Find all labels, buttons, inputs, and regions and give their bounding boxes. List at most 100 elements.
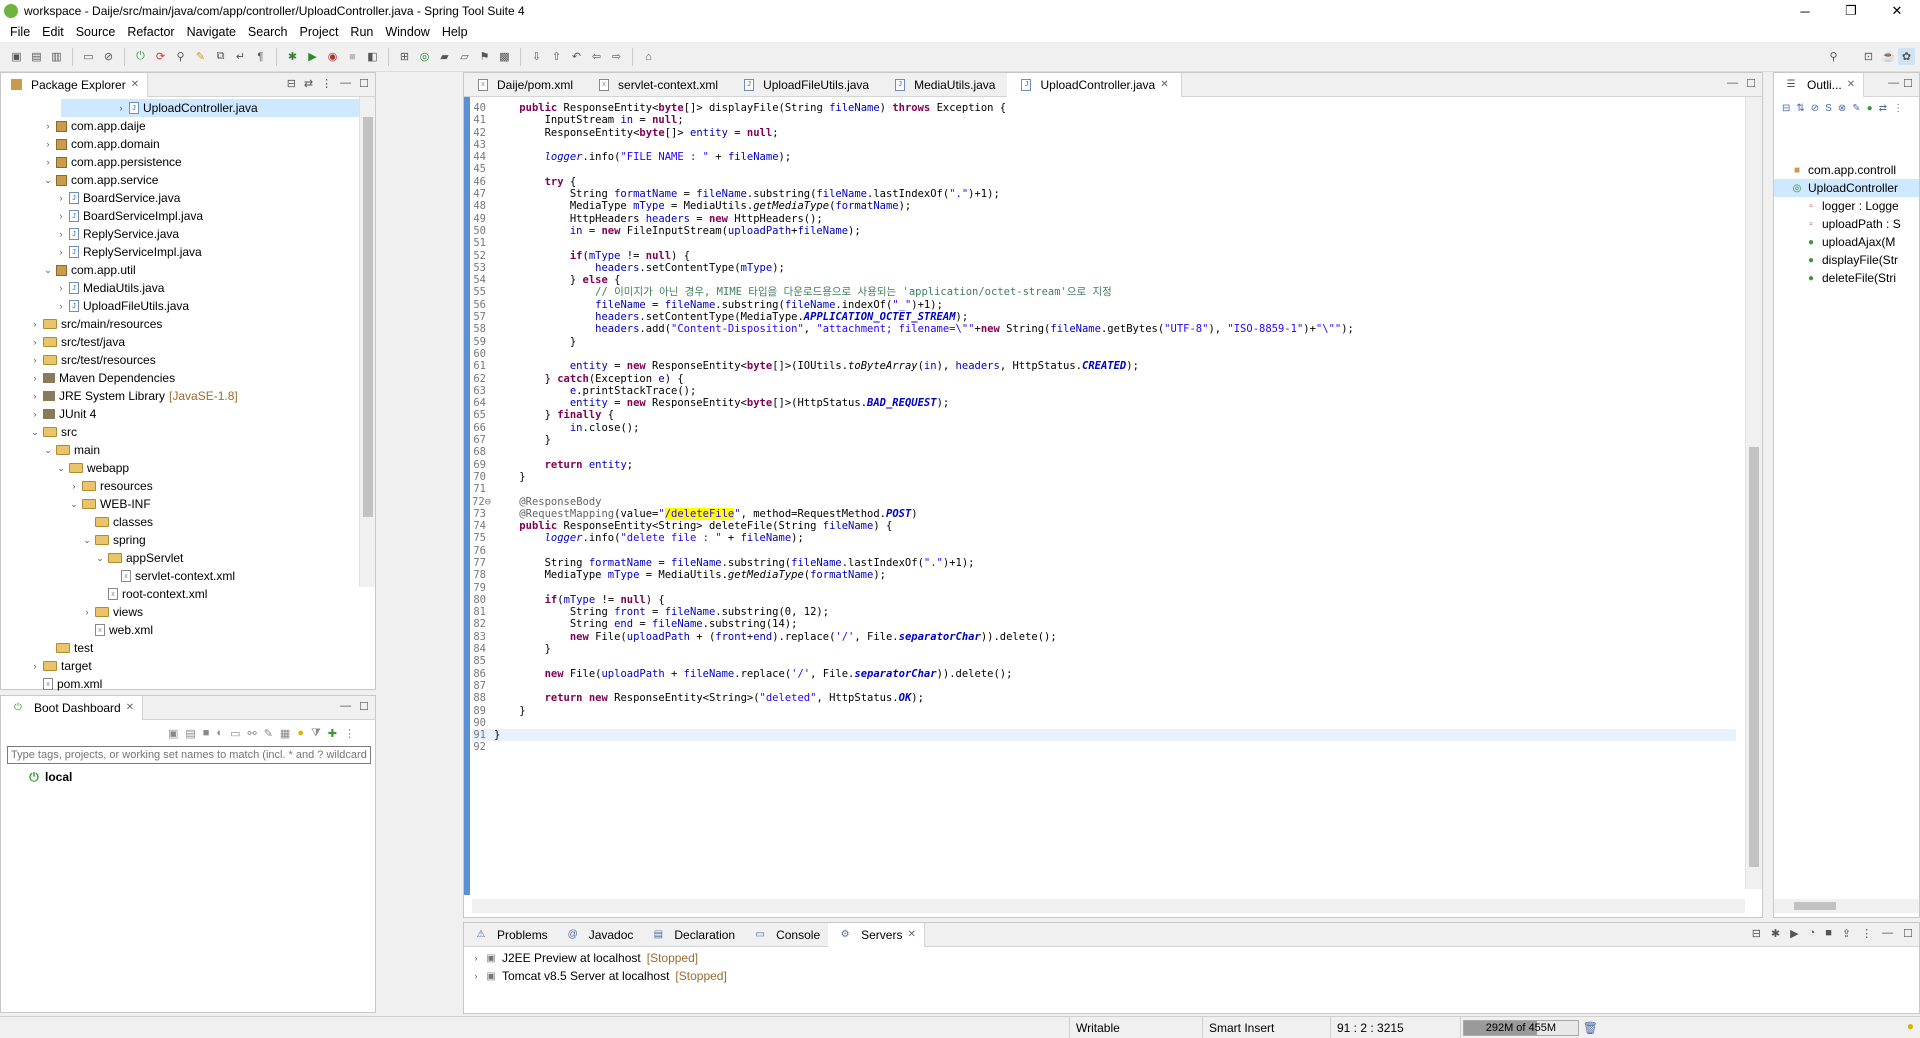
close-icon[interactable]: ✕ — [1160, 79, 1168, 90]
expand-twisty-icon[interactable]: ⌄ — [42, 265, 54, 276]
open-folder-icon[interactable]: ▰ — [436, 48, 453, 65]
expand-twisty-icon[interactable]: › — [470, 971, 482, 981]
close-button[interactable]: ✕ — [1874, 0, 1920, 22]
code-line[interactable]: 64 entity = new ResponseEntity<byte[]>(H… — [472, 397, 1736, 409]
editor-horizontal-scrollbar[interactable] — [472, 899, 1745, 913]
link-editor-icon[interactable]: ⇄ — [1879, 103, 1887, 137]
code-line[interactable]: 54 } else { — [472, 274, 1736, 286]
maximize-view-icon[interactable]: ☐ — [1903, 927, 1913, 940]
debug-server-icon[interactable]: ✱ — [1771, 927, 1780, 940]
edit-icon[interactable]: ✎ — [264, 727, 273, 740]
outline-item[interactable]: ▫ logger : Logge — [1774, 197, 1919, 215]
tree-item[interactable]: › JRE System Library [JavaSE-1.8] — [1, 387, 375, 405]
coverage-icon[interactable]: ◧ — [364, 48, 381, 65]
expand-twisty-icon[interactable]: ⌄ — [42, 445, 54, 456]
open-file-icon[interactable]: ▱ — [456, 48, 473, 65]
start-server-icon[interactable]: ▶ — [1790, 927, 1798, 940]
word-wrap-icon[interactable]: ↵ — [232, 48, 249, 65]
spring-perspective-icon[interactable]: ✿ — [1898, 48, 1915, 65]
tree-item[interactable]: ⌄ WEB-INF — [1, 495, 375, 513]
scrollbar-thumb[interactable] — [363, 117, 373, 517]
code-line[interactable]: 88 return new ResponseEntity<String>("de… — [472, 692, 1736, 704]
scrollbar-thumb[interactable] — [1749, 447, 1759, 867]
code-line[interactable]: 61 entity = new ResponseEntity<byte[]>(I… — [472, 360, 1736, 372]
outline-item[interactable]: ■ com.app.controll — [1774, 161, 1919, 179]
tree-item[interactable]: test — [1, 639, 375, 657]
outline-item[interactable]: ● uploadAjax(M — [1774, 233, 1919, 251]
code-line[interactable]: 89 } — [472, 705, 1736, 717]
tree-item[interactable]: › J MediaUtils.java — [1, 279, 375, 297]
outline-horizontal-scrollbar[interactable] — [1774, 899, 1919, 913]
minimize-view-icon[interactable]: — — [1882, 927, 1893, 940]
tree-item[interactable]: ⌄ webapp — [1, 459, 375, 477]
pin-editor-icon[interactable]: ⌂ — [640, 48, 657, 65]
menu-source[interactable]: Source — [70, 25, 122, 39]
next-annotation-icon[interactable]: ⇩ — [528, 48, 545, 65]
minimize-view-icon[interactable]: — — [1727, 77, 1738, 90]
code-line[interactable]: 66 in.close(); — [472, 422, 1736, 434]
expand-twisty-icon[interactable]: › — [55, 193, 67, 203]
code-line[interactable]: 73 @RequestMapping(value="/deleteFile", … — [472, 507, 1736, 520]
stop-server-icon[interactable]: ■ — [1825, 927, 1832, 940]
view-menu-icon[interactable]: ⋮ — [1861, 927, 1872, 940]
link-editor-icon[interactable]: ⇄ — [304, 77, 313, 90]
last-edit-icon[interactable]: ↶ — [568, 48, 585, 65]
editor-tab[interactable]: x servlet-context.xml — [585, 73, 730, 97]
search-tool-icon[interactable]: ⚑ — [476, 48, 493, 65]
code-line[interactable]: 83 new File(uploadPath + (front+end).rep… — [472, 631, 1736, 643]
expand-twisty-icon[interactable]: ⌄ — [42, 175, 54, 186]
expand-twisty-icon[interactable]: › — [81, 607, 93, 617]
terminal-icon[interactable]: ▭ — [80, 48, 97, 65]
bulb-icon[interactable]: ● — [297, 727, 304, 739]
filter-icon[interactable]: ⧩ — [311, 727, 321, 740]
console-icon[interactable]: ▭ — [230, 727, 240, 740]
expand-twisty-icon[interactable]: › — [55, 211, 67, 221]
bottom-tab[interactable]: ▭ Console — [743, 923, 828, 947]
expand-twisty-icon[interactable]: › — [29, 391, 41, 401]
maximize-view-icon[interactable]: ☐ — [1903, 77, 1913, 90]
focus-icon[interactable]: ● — [1867, 103, 1873, 137]
skip-breakpoints-icon[interactable]: ⊘ — [100, 48, 117, 65]
debug-icon[interactable]: ▤ — [185, 727, 195, 740]
code-line[interactable]: 58 headers.add("Content-Disposition", "a… — [472, 323, 1736, 335]
outline-item[interactable]: ▫ uploadPath : S — [1774, 215, 1919, 233]
expand-twisty-icon[interactable]: › — [55, 229, 67, 239]
hide-nonpublic-icon[interactable]: ⊗ — [1838, 103, 1846, 137]
view-menu-icon[interactable]: ⋮ — [321, 77, 332, 90]
code-line[interactable]: 55 // 이미지가 아닌 경우, MIME 타입을 다운로드용으로 사용되는 … — [472, 286, 1736, 298]
tree-item[interactable]: › J BoardService.java — [1, 189, 375, 207]
run-external-icon[interactable]: ◉ — [324, 48, 341, 65]
code-editor[interactable]: 40 public ResponseEntity<byte[]> display… — [472, 102, 1736, 754]
mark-occurrences-icon[interactable]: ✎ — [192, 48, 209, 65]
menu-edit[interactable]: Edit — [36, 25, 70, 39]
new-icon[interactable]: ▣ — [8, 48, 25, 65]
tree-item[interactable]: x web.xml — [1, 621, 375, 639]
block-select-icon[interactable]: ⧉ — [212, 48, 229, 65]
menu-run[interactable]: Run — [344, 25, 379, 39]
code-line[interactable]: 52 if(mType != null) { — [472, 250, 1736, 262]
tree-item[interactable]: › com.app.persistence — [1, 153, 375, 171]
menu-search[interactable]: Search — [242, 25, 294, 39]
maximize-view-icon[interactable]: ☐ — [359, 700, 369, 713]
expand-twisty-icon[interactable]: ⌄ — [55, 463, 67, 474]
editor-tab[interactable]: J MediaUtils.java — [881, 73, 1007, 97]
code-line[interactable]: 70 } — [472, 471, 1736, 483]
link-icon[interactable]: ⚯ — [247, 727, 256, 740]
code-line[interactable]: 80 if(mType != null) { — [472, 594, 1736, 606]
close-icon[interactable]: ✕ — [126, 702, 134, 713]
collapse-all-icon[interactable]: ⊟ — [1782, 103, 1790, 137]
new-class-icon[interactable]: ◎ — [416, 48, 433, 65]
close-icon[interactable]: ✕ — [131, 79, 139, 90]
code-line[interactable]: 72⊖ @ResponseBody — [472, 496, 1736, 508]
hide-static-icon[interactable]: S — [1825, 103, 1832, 137]
package-explorer-scrollbar[interactable] — [359, 97, 375, 587]
maximize-view-icon[interactable]: ☐ — [1746, 77, 1756, 90]
code-line[interactable]: 62 } catch(Exception e) { — [472, 373, 1736, 385]
code-line[interactable]: 56 fileName = fileName.substring(fileNam… — [472, 299, 1736, 311]
code-line[interactable]: 59 } — [472, 336, 1736, 348]
code-line[interactable]: 51 — [472, 237, 1736, 249]
hide-fields-icon[interactable]: ⊘ — [1811, 103, 1819, 137]
minimize-view-icon[interactable]: — — [1888, 77, 1899, 90]
relaunch-icon[interactable]: ⟳ — [152, 48, 169, 65]
code-line[interactable]: 90 — [472, 717, 1736, 729]
